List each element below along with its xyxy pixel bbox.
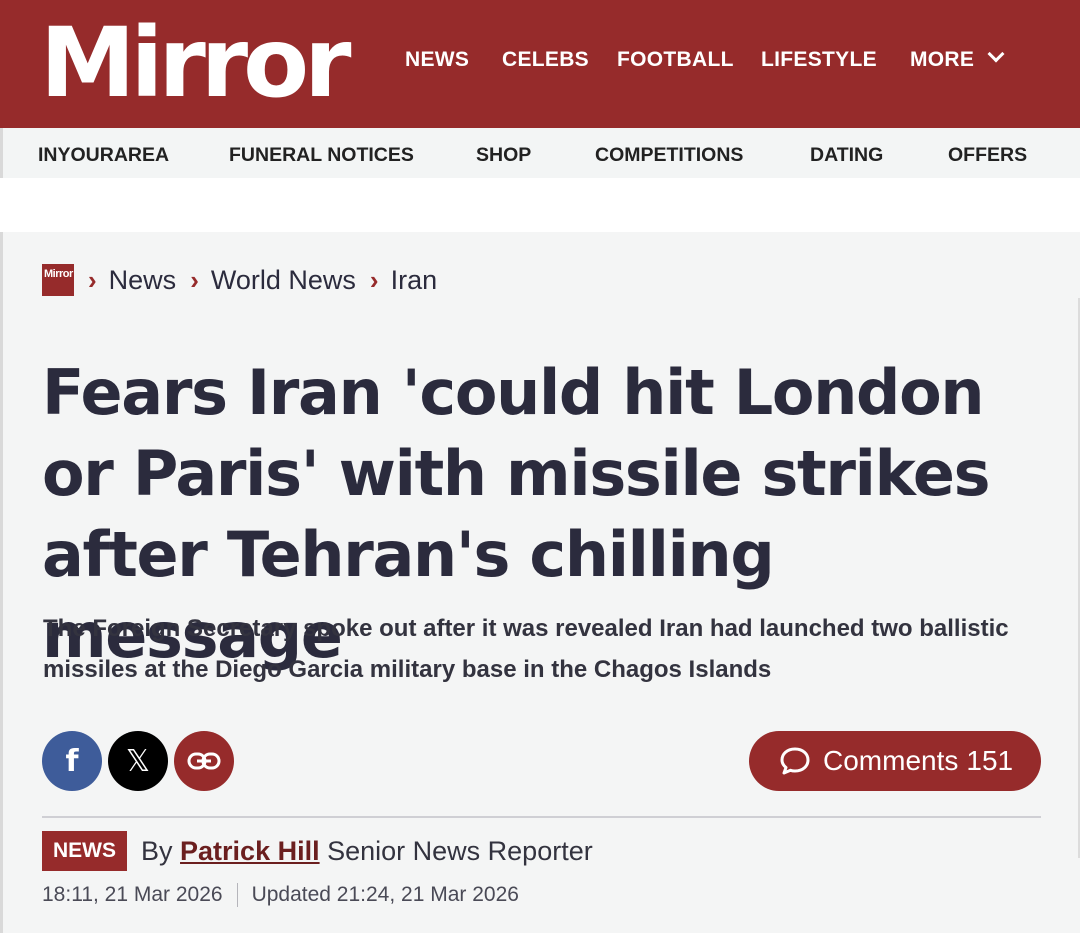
chevron-right-icon: › <box>190 264 199 295</box>
article-standfirst: The Foreign Secretary spoke out after it… <box>43 615 1009 683</box>
subnav-competitions[interactable]: COMPETITIONS <box>595 144 743 167</box>
chevron-down-icon <box>987 45 1005 63</box>
nav-celebs[interactable]: CELEBS <box>502 48 589 72</box>
author-link[interactable]: Patrick Hill <box>180 836 320 866</box>
nav-more-label: MORE <box>910 48 975 71</box>
breadcrumb-world-news[interactable]: World News <box>211 265 356 296</box>
breadcrumb-iran[interactable]: Iran <box>391 265 438 296</box>
site-header: Mirror NEWS CELEBS FOOTBALL LIFESTYLE MO… <box>0 0 1080 128</box>
breadcrumb: Mirror › News › World News › Iran <box>42 262 437 298</box>
chevron-right-icon: › <box>369 264 379 295</box>
breadcrumb-news[interactable]: News <box>109 265 177 296</box>
byline-prefix: By <box>141 836 173 866</box>
secondary-nav: INYOURAREA FUNERAL NOTICES SHOP COMPETIT… <box>0 128 1080 178</box>
comments-label: Comments <box>823 745 959 776</box>
divider <box>42 816 1041 818</box>
subnav-shop[interactable]: SHOP <box>476 144 531 167</box>
comments-button[interactable]: Comments 151 <box>749 731 1041 791</box>
nav-news[interactable]: NEWS <box>405 48 469 72</box>
copy-link-button[interactable] <box>174 731 234 791</box>
mirror-logo[interactable]: Mirror <box>40 8 351 118</box>
chevron-right-icon: › <box>88 264 97 295</box>
published-time: 18:11, 21 Mar 2026 <box>42 883 223 906</box>
facebook-icon: f <box>65 743 79 779</box>
subnav-inyourarea[interactable]: INYOURAREA <box>38 144 169 167</box>
comments-count: 151 <box>966 745 1014 776</box>
updated-time: Updated 21:24, 21 Mar 2026 <box>251 883 519 906</box>
link-icon <box>187 752 221 770</box>
nav-football[interactable]: FOOTBALL <box>617 48 734 72</box>
nav-lifestyle[interactable]: LIFESTYLE <box>761 48 877 72</box>
date-separator <box>236 883 238 907</box>
x-icon: 𝕏 <box>125 743 151 779</box>
subnav-dating[interactable]: DATING <box>810 144 883 167</box>
author-role: Senior News Reporter <box>327 836 593 866</box>
share-x-button[interactable]: 𝕏 <box>108 731 168 791</box>
byline: By Patrick Hill Senior News Reporter <box>141 836 593 867</box>
mirror-mini-logo[interactable]: Mirror <box>42 264 74 296</box>
nav-more[interactable]: MORE <box>910 45 1005 72</box>
comment-bubble-icon <box>780 747 810 775</box>
section-tag[interactable]: NEWS <box>42 831 127 871</box>
subnav-funeral-notices[interactable]: FUNERAL NOTICES <box>229 144 414 167</box>
share-facebook-button[interactable]: f <box>42 731 102 791</box>
article-dates: 18:11, 21 Mar 2026 Updated 21:24, 21 Mar… <box>42 883 519 907</box>
subnav-offers[interactable]: OFFERS <box>948 144 1027 167</box>
